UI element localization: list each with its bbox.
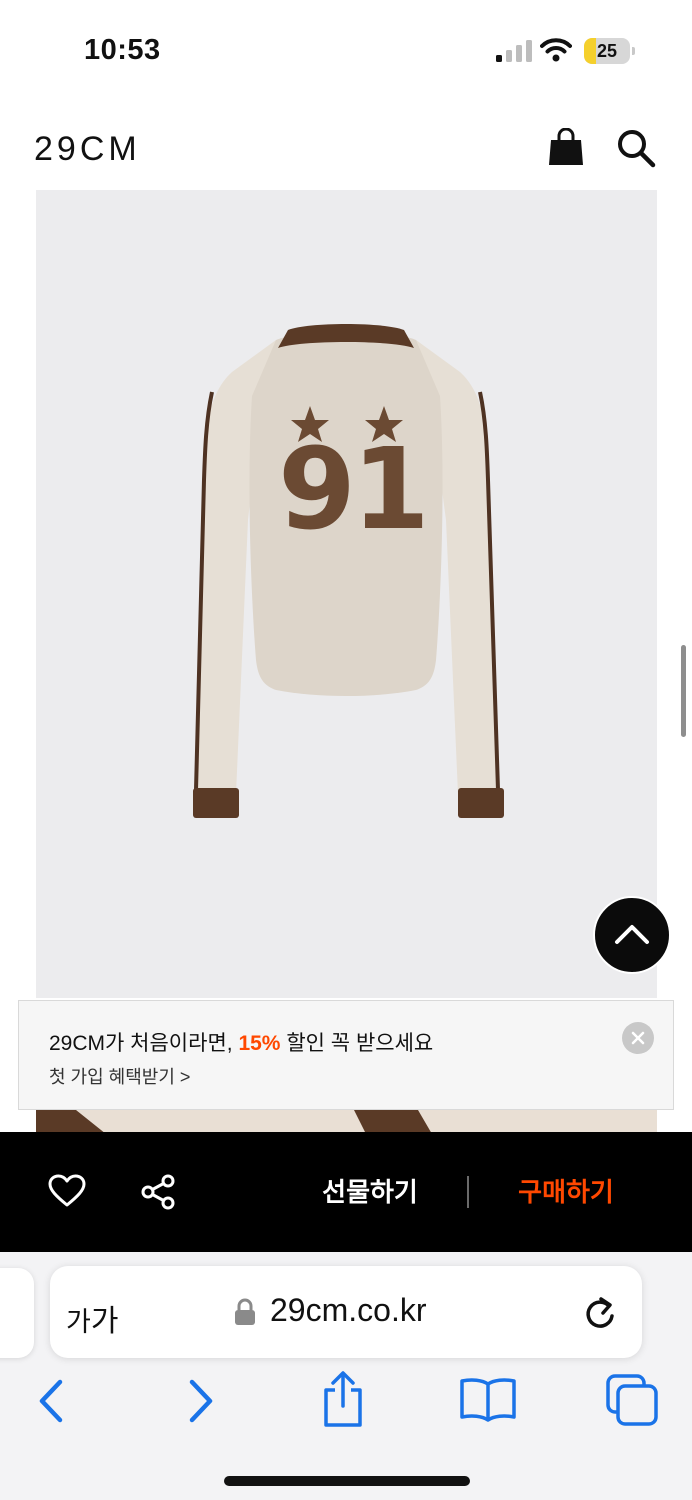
text-size-large: 가 [90,1305,119,1338]
share-sheet-icon[interactable] [318,1370,368,1428]
site-logo[interactable]: 29CM [34,130,141,169]
search-icon[interactable] [616,128,656,168]
action-divider [467,1176,469,1208]
previous-tab-preview[interactable] [0,1268,34,1358]
app-header: 29CM [0,110,692,186]
tabs-icon[interactable] [604,1372,660,1428]
status-bar: 10:53 25 [0,0,692,100]
product-image-next [36,1110,657,1134]
product-back-number: 91 [278,425,430,555]
purchase-action-bar: 선물하기 구매하기 [0,1132,692,1252]
text-size-button[interactable]: 가가 [66,1296,118,1340]
bookmarks-icon[interactable] [458,1376,518,1422]
forward-icon[interactable] [184,1378,218,1424]
share-icon[interactable] [140,1174,176,1210]
chevron-up-icon [615,925,649,944]
next-image-peek [36,1110,432,1134]
status-time: 10:53 [84,34,161,66]
battery-indicator: 25 [584,38,636,64]
battery-tip [632,47,635,55]
lock-icon [235,1298,255,1325]
text-size-small: 가 [66,1307,91,1337]
product-garment-illustration [193,324,504,818]
buy-button[interactable]: 구매하기 [494,1172,638,1212]
promo-headline: 29CM가 처음이라면, 15% 할인 꼭 받으세요 [49,1027,433,1057]
promo-text-after: 할인 꼭 받으세요 [280,1032,434,1055]
promo-text-before: 29CM가 처음이라면, [49,1032,239,1055]
wifi-icon [540,38,572,62]
battery-level: 25 [596,41,618,61]
browser-toolbar: 가가 29cm.co.kr [0,1252,692,1500]
gift-button[interactable]: 선물하기 [300,1172,440,1212]
heart-icon[interactable] [48,1174,86,1208]
page-scrollbar[interactable] [681,645,686,737]
close-icon [631,1031,645,1045]
address-bar[interactable]: 가가 29cm.co.kr [50,1266,642,1358]
cellular-signal-icon [496,40,532,62]
home-indicator [224,1476,470,1486]
product-image[interactable]: 91 [36,190,657,998]
promo-signup-link[interactable]: 첫 가입 혜택받기 > [49,1063,190,1089]
promo-discount: 15% [238,1032,281,1055]
url-text[interactable]: 29cm.co.kr [270,1292,426,1329]
promo-close-button[interactable] [622,1022,654,1054]
back-icon[interactable] [34,1378,68,1424]
signup-promo-banner[interactable]: 29CM가 처음이라면, 15% 할인 꼭 받으세요 첫 가입 혜택받기 > [18,1000,674,1110]
bag-icon[interactable] [548,128,584,166]
reload-icon[interactable] [582,1294,618,1332]
scroll-to-top-button[interactable] [593,896,671,974]
